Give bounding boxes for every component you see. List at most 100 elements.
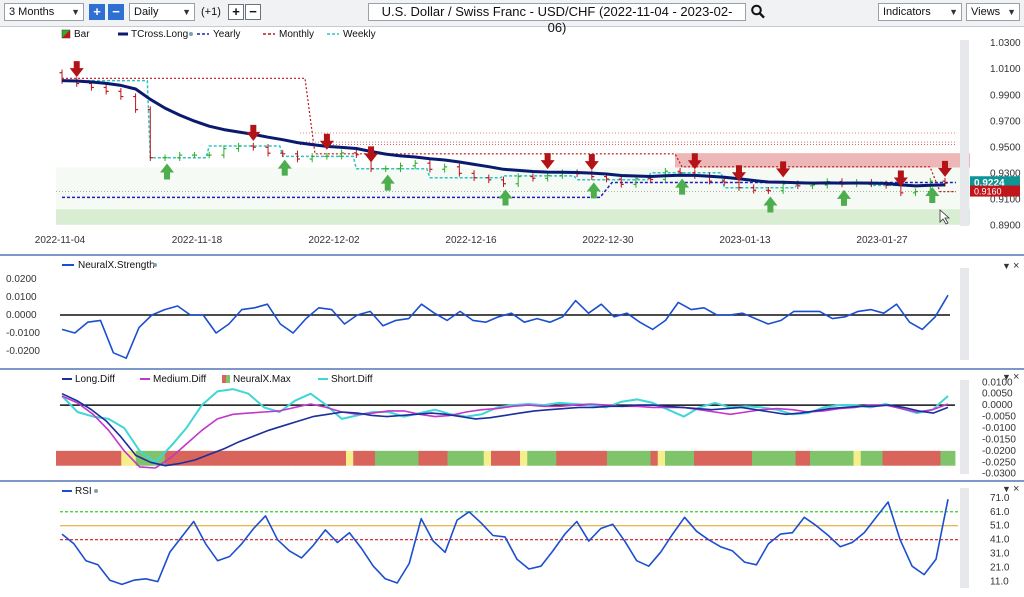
max-legend-swatch — [226, 375, 230, 383]
x-tick-label: 2022-11-04 — [35, 235, 86, 246]
minus-icon: − — [112, 4, 120, 19]
legend-neuralx-max: NeuralX.Max — [233, 374, 291, 385]
neuralx-max-cell — [106, 450, 115, 466]
neuralx-max-cell — [933, 450, 941, 466]
neuralx-max-cell — [469, 450, 477, 466]
diff-chart[interactable]: 0.01000.00500.0000-0.0050-0.0100-0.0150-… — [0, 370, 1024, 480]
y-tick-label: -0.0250 — [982, 457, 1016, 468]
y-tick-label: -0.0200 — [6, 346, 40, 357]
interval-select[interactable]: Daily ▼ — [129, 3, 195, 21]
neuralx-max-cell — [237, 450, 245, 466]
search-icon — [751, 4, 765, 19]
neuralx-max-cell — [70, 450, 79, 466]
neuralx-max-cell — [766, 450, 775, 466]
neuralx-max-cell — [636, 450, 644, 466]
neuralx-max-cell — [425, 450, 434, 466]
diff-scrollbar — [960, 380, 969, 474]
resistance-zone — [675, 153, 970, 168]
toolbar: 3 Months ▼ + − Daily ▼ (+1) + − U.S. Dolla… — [0, 0, 1024, 35]
x-tick-label: 2022-11-18 — [172, 235, 223, 246]
neuralx-max-cell — [251, 450, 260, 466]
neuralx-max-cell — [868, 450, 876, 466]
y-tick-label: -0.0300 — [982, 469, 1016, 480]
neuralx-max-cell — [411, 450, 419, 466]
neuralx-max-cell — [628, 450, 637, 466]
neuralx-max-cell — [215, 450, 224, 466]
neuralx-max-cell — [512, 450, 521, 466]
y-tick-label: -0.0150 — [982, 434, 1016, 445]
neuralx-max-cell — [266, 450, 274, 466]
y-tick-label: 11.0 — [990, 577, 1009, 588]
neuralx-max-cell — [897, 450, 905, 466]
y-tick-label: -0.0050 — [982, 412, 1016, 423]
neuralx-max-cell — [418, 450, 427, 466]
y-tick-label: 0.8900 — [990, 220, 1021, 231]
neuralx-max-cell — [541, 450, 550, 466]
neuralx-max-cell — [585, 450, 593, 466]
neuralx-max-cell — [186, 450, 195, 466]
y-tick-label: 1.0300 — [990, 38, 1021, 49]
instrument-title[interactable]: U.S. Dollar / Swiss Franc - USD/CHF (202… — [368, 3, 746, 35]
strength-chart[interactable]: 0.0200 0.0100 0.0000 -0.0100 -0.0200 NeuralX.… — [0, 256, 1024, 368]
neuralx-max-cell — [846, 450, 854, 466]
neuralx-max-cell — [375, 450, 383, 466]
legend-monthly: Monthly — [279, 29, 314, 40]
price-chart[interactable]: 1.03001.01000.99000.97000.95000.93000.91… — [0, 26, 1024, 254]
neuralx-max-cell — [701, 450, 709, 466]
collapse-arrow-icon: ▼ — [1002, 484, 1011, 494]
offset-plus-button[interactable]: + — [228, 4, 244, 20]
neuralx-max-cell — [280, 450, 289, 466]
sell-arrow-icon — [246, 124, 261, 141]
legend-rsi: RSI — [75, 486, 92, 497]
neuralx-max-cell — [860, 450, 869, 466]
indicators-select[interactable]: Indicators ▼ — [878, 3, 962, 21]
neuralx-max-cell — [730, 450, 738, 466]
neutral-zone — [56, 167, 970, 210]
neuralx-max-cell — [643, 450, 651, 466]
y-tick-label: 0.0000 — [982, 400, 1013, 411]
neuralx-max-cell — [85, 450, 93, 466]
y-tick-label: 0.0200 — [6, 274, 37, 285]
neuralx-max-cell — [621, 450, 630, 466]
legend-short-diff: Short.Diff — [331, 374, 373, 385]
neuralx-max-cell — [723, 450, 731, 466]
neuralx-max-cell — [773, 450, 782, 466]
x-tick-label: 2023-01-27 — [856, 235, 908, 246]
neuralx-max-cell — [92, 450, 100, 466]
chevron-down-icon: ▼ — [949, 7, 958, 17]
y-tick-label: 1.0100 — [990, 64, 1021, 75]
search-button[interactable] — [750, 3, 768, 21]
collapse-arrow-icon: ▼ — [1002, 372, 1011, 382]
views-select[interactable]: Views ▼ — [966, 3, 1020, 21]
neuralx-max-cell — [788, 450, 796, 466]
y-tick-label: 31.0 — [990, 549, 1010, 560]
neuralx-max-cell — [672, 450, 680, 466]
rsi-chart[interactable]: 71.0 61.0 51.0 41.0 31.0 21.0 11.0 RSI ▼ × — [0, 482, 1024, 594]
neuralx-max-cell — [889, 450, 898, 466]
close-icon: × — [1013, 483, 1019, 495]
neuralx-max-cell — [556, 450, 564, 466]
sell-arrow-icon — [540, 153, 555, 170]
neuralx-max-cell — [940, 450, 949, 466]
period-select[interactable]: 3 Months ▼ — [4, 3, 84, 21]
neuralx-max-cell — [665, 450, 673, 466]
neuralx-max-cell — [744, 450, 753, 466]
neuralx-max-cell — [679, 450, 688, 466]
neuralx-max-cell — [592, 450, 601, 466]
settings-dot-icon — [94, 489, 98, 493]
zoom-out-button[interactable]: − — [108, 4, 124, 20]
neuralx-max-cell — [288, 450, 296, 466]
neuralx-max-cell — [63, 450, 71, 466]
zoom-in-button[interactable]: + — [89, 4, 105, 20]
neuralx-max-cell — [759, 450, 767, 466]
neuralx-max-cell — [273, 450, 282, 466]
strength-panel: 0.0200 0.0100 0.0000 -0.0100 -0.0200 NeuralX.… — [0, 254, 1024, 368]
neuralx-max-cell — [882, 450, 891, 466]
legend-tcross: TCross.Long — [131, 29, 188, 40]
chevron-down-icon: ▼ — [1007, 7, 1016, 17]
neuralx-max-cell — [360, 450, 369, 466]
neuralx-max-cell — [338, 450, 347, 466]
neuralx-max-cell — [121, 450, 129, 466]
offset-minus-button[interactable]: − — [245, 4, 261, 20]
legend-medium-diff: Medium.Diff — [153, 374, 206, 385]
